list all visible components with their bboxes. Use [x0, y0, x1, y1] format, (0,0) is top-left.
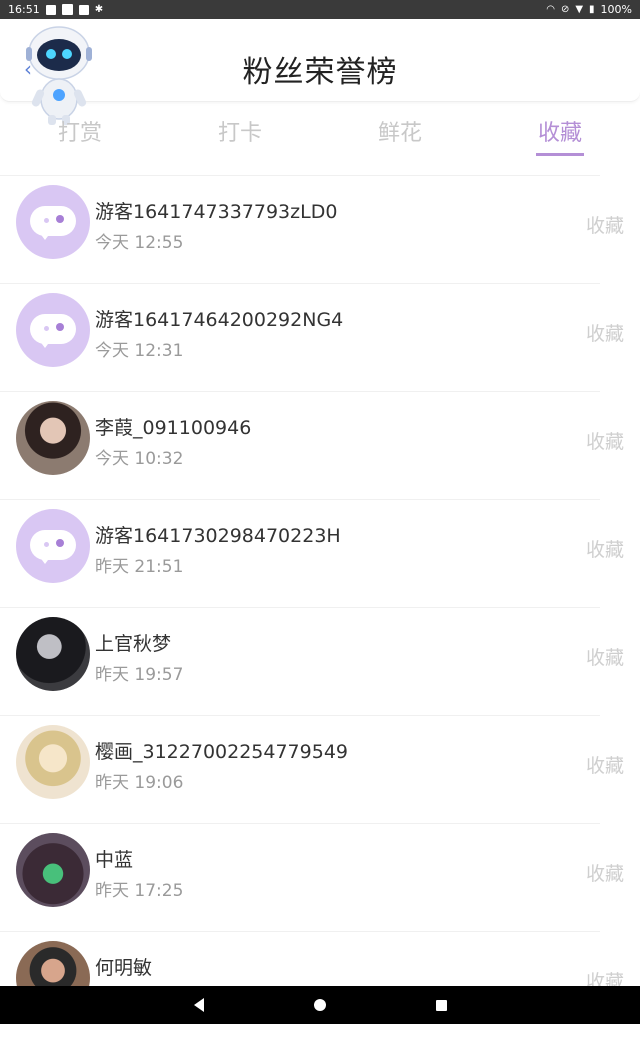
favorite-time: 昨天 19:06: [95, 773, 184, 793]
battery-level: 100%: [600, 3, 632, 16]
favorite-label: 收藏: [585, 647, 624, 669]
favorite-label: 收藏: [585, 323, 624, 345]
favorite-label: 收藏: [585, 863, 624, 885]
list-item[interactable]: 游客1641730298470223H 昨天 21:51 收藏: [0, 499, 624, 607]
avatar: [16, 617, 90, 691]
navigation-bar: [0, 986, 640, 1024]
user-name: 上官秋梦: [95, 633, 172, 655]
favorite-label: 收藏: [585, 431, 624, 453]
user-name: 游客1641747337793zLD0: [95, 201, 338, 223]
tab-favorites[interactable]: 收藏: [480, 110, 640, 158]
status-time: 16:51: [8, 3, 40, 16]
user-name: 游客1641730298470223H: [95, 525, 341, 547]
list-item[interactable]: 游客1641747337793zLD0 今天 12:55 收藏: [0, 175, 624, 283]
battery-icon: ▮: [589, 4, 595, 15]
favorite-time: 昨天 17:25: [95, 881, 184, 901]
wifi-icon: ▼: [575, 4, 584, 15]
photo-icon: [45, 4, 56, 15]
user-name: 李葭_091100946: [95, 417, 252, 439]
fan-list: 游客1641747337793zLD0 今天 12:55 收藏 游客164174…: [0, 175, 640, 1039]
favorite-label: 收藏: [585, 539, 624, 561]
avatar: [16, 833, 90, 907]
avatar: [16, 293, 90, 367]
notification-icon: [61, 4, 73, 15]
status-bar: 16:51 ✱ ◠ ⊘ ▼ ▮ 100%: [0, 0, 640, 19]
list-item[interactable]: 游客16417464200292NG4 今天 12:31 收藏: [0, 283, 624, 391]
list-item[interactable]: 上官秋梦 昨天 19:57 收藏: [0, 607, 624, 715]
favorite-time: 今天 10:32: [95, 449, 184, 469]
user-name: 中蓝: [95, 849, 134, 871]
list-item[interactable]: 李葭_091100946 今天 10:32 收藏: [0, 391, 624, 499]
favorite-time: 今天 12:31: [95, 341, 184, 361]
favorite-label: 收藏: [585, 755, 624, 777]
user-name: 何明敏: [95, 957, 153, 979]
favorite-time: 昨天 21:51: [95, 557, 184, 577]
nav-home-icon[interactable]: [313, 999, 326, 1011]
android-icon: ✱: [94, 4, 104, 15]
tab-flowers[interactable]: 鲜花: [320, 110, 480, 158]
favorite-label: 收藏: [585, 215, 624, 237]
page-title: 粉丝荣誉榜: [242, 55, 398, 90]
chat-bubble-icon: [30, 530, 76, 564]
nav-back-icon[interactable]: [193, 998, 204, 1012]
header: ‹ 粉丝荣誉榜: [0, 19, 640, 125]
favorite-time: 今天 12:55: [95, 233, 184, 253]
headphones-icon: ◠: [546, 4, 555, 15]
list-item[interactable]: 中蓝 昨天 17:25 收藏: [0, 823, 624, 931]
tab-checkin[interactable]: 打卡: [160, 110, 320, 158]
app-icon: [78, 4, 89, 15]
avatar: [16, 185, 90, 259]
tab-bar: 打赏 打卡 鲜花 收藏: [0, 110, 640, 158]
chat-bubble-icon: [30, 314, 76, 348]
list-item[interactable]: 樱画_31227002254779549 昨天 19:06 收藏: [0, 715, 624, 823]
avatar: [16, 509, 90, 583]
tab-reward[interactable]: 打赏: [0, 110, 160, 158]
nav-recents-icon[interactable]: [435, 999, 447, 1011]
user-name: 樱画_31227002254779549: [95, 741, 349, 763]
chat-bubble-icon: [30, 206, 76, 240]
mute-icon: ⊘: [560, 4, 570, 15]
user-name: 游客16417464200292NG4: [95, 309, 344, 331]
avatar: [16, 725, 90, 799]
favorite-time: 昨天 19:57: [95, 665, 184, 685]
avatar: [16, 401, 90, 475]
